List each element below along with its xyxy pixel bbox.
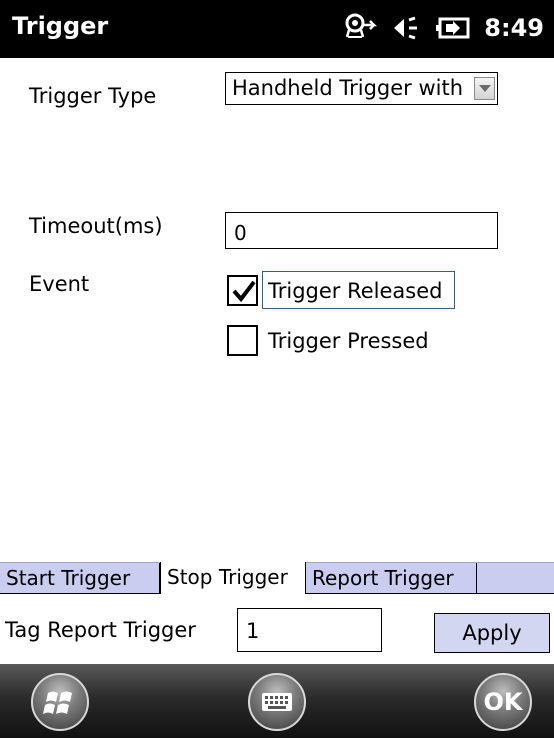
windows-start-icon [43, 691, 72, 714]
trigger-type-label: Trigger Type [29, 84, 157, 108]
status-icons: 8:49 [344, 10, 544, 46]
chevron-down-icon[interactable] [474, 77, 495, 100]
timeout-label: Timeout(ms) [29, 214, 163, 238]
timeout-value: 0 [234, 221, 247, 245]
event-label: Event [29, 272, 90, 296]
softkey-bar: OK [0, 664, 554, 738]
tag-report-trigger-value: 1 [246, 619, 260, 643]
title-bar: Trigger 8:49 [0, 0, 554, 58]
window-title: Trigger [12, 12, 109, 40]
trigger-pressed-checkbox[interactable] [227, 325, 258, 356]
ok-button[interactable]: OK [474, 673, 532, 731]
volume-icon[interactable] [392, 15, 422, 41]
keyboard-button[interactable] [248, 673, 306, 731]
connectivity-icon[interactable] [344, 13, 378, 43]
tab-report-trigger[interactable]: Report Trigger [306, 563, 477, 594]
tab-start-trigger[interactable]: Start Trigger [0, 563, 160, 594]
apply-button[interactable]: Apply [434, 613, 550, 653]
timeout-input[interactable]: 0 [225, 212, 498, 249]
tag-report-trigger-label: Tag Report Trigger [5, 618, 196, 642]
windows-start-button[interactable] [31, 673, 89, 731]
checkmark-icon [232, 280, 256, 303]
tab-strip: Start Trigger Stop Trigger Report Trigge… [0, 562, 554, 594]
trigger-released-label[interactable]: Trigger Released [268, 279, 442, 303]
ok-label: OK [483, 688, 523, 716]
clock: 8:49 [484, 14, 544, 42]
trigger-type-value: Handheld Trigger with [232, 76, 464, 100]
keyboard-icon [262, 693, 292, 711]
trigger-pressed-label[interactable]: Trigger Pressed [268, 329, 429, 353]
tab-stop-trigger[interactable]: Stop Trigger [160, 562, 306, 594]
trigger-type-dropdown[interactable]: Handheld Trigger with [225, 72, 498, 105]
tag-report-trigger-input[interactable]: 1 [237, 608, 382, 652]
battery-icon[interactable] [436, 16, 470, 40]
trigger-released-checkbox[interactable] [227, 275, 258, 306]
